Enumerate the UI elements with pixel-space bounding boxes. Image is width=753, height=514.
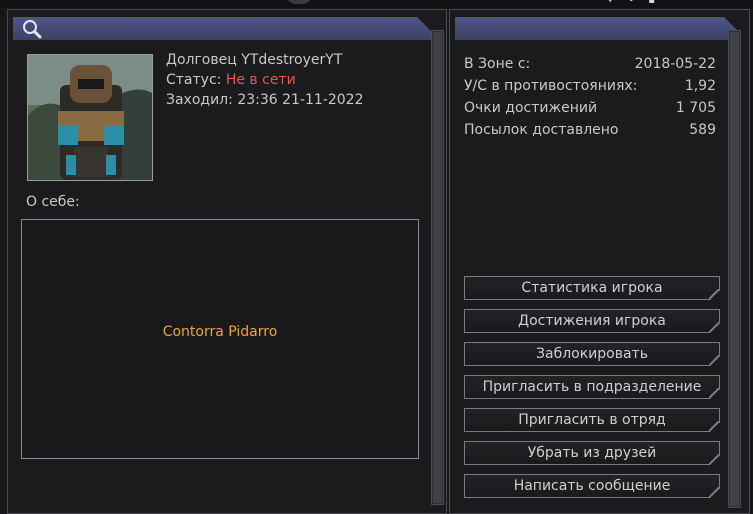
profile-scrollbar[interactable] (431, 30, 444, 505)
stat-value: 1,92 (684, 78, 716, 94)
stat-label: У/С в противостояниях: (464, 78, 638, 94)
avatar (27, 54, 153, 181)
player-stats-button[interactable]: Статистика игрока (464, 276, 720, 300)
stats-panel: В Зоне с: 2018-05-22 У/С в противостояни… (449, 9, 750, 514)
stat-label: Посылок доставлено (464, 122, 619, 138)
about-text: Contorra Pidarro (162, 324, 278, 340)
block-button[interactable]: Заблокировать (464, 342, 720, 366)
stat-value: 2018-05-22 (634, 56, 716, 72)
write-message-button[interactable]: Написать сообщение (464, 474, 720, 498)
profile-panel-header (13, 17, 431, 40)
status-value: Не в сети (225, 72, 296, 88)
stat-label: В Зоне с: (464, 56, 531, 72)
invite-to-squad-button[interactable]: Пригласить в отряд (464, 408, 720, 432)
about-box: Contorra Pidarro (21, 219, 419, 459)
stat-value: 589 (689, 122, 716, 138)
player-name: Долговец YTdestroyerYT (166, 52, 343, 68)
stat-label: Очки достижений (464, 100, 598, 116)
status-label: Статус: (166, 72, 222, 88)
last-seen-value: 23:36 21-11-2022 (237, 92, 364, 108)
stats-scrollbar[interactable] (728, 30, 741, 508)
last-seen-label: Заходил: (166, 92, 233, 108)
remove-friend-button[interactable]: Убрать из друзей (464, 441, 720, 465)
player-achievements-button[interactable]: Достижения игрока (464, 309, 720, 333)
about-label: О себе: (26, 194, 80, 210)
invite-to-unit-button[interactable]: Пригласить в подразделение (464, 375, 720, 399)
player-status: Статус: Не в сети (166, 72, 296, 88)
avatar-image (28, 55, 152, 180)
profile-scroll-thumb[interactable] (433, 32, 442, 503)
profile-panel: Долговец YTdestroyerYT Статус: Не в сети… (7, 9, 447, 514)
search-icon[interactable] (21, 18, 43, 40)
player-actions: Статистика игрока Достижения игрока Забл… (464, 276, 720, 507)
player-last-seen: Заходил: 23:36 21-11-2022 (166, 92, 363, 108)
stats-panel-header (455, 17, 738, 40)
stats-scroll-thumb[interactable] (730, 32, 739, 506)
stat-value: 1 705 (675, 100, 716, 116)
window-top-icons: ✦•▪ (606, 0, 670, 6)
